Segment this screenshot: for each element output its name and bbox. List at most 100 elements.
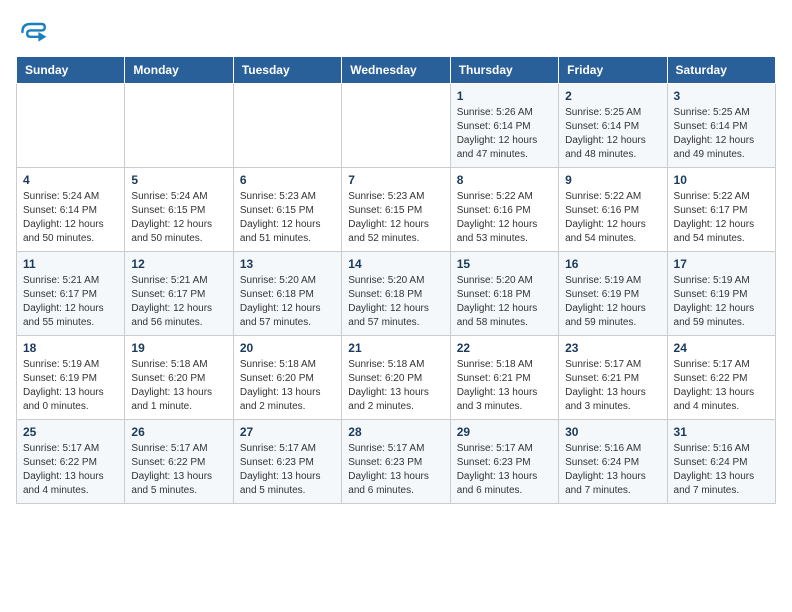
day-info: Sunrise: 5:23 AM Sunset: 6:15 PM Dayligh… [348,190,443,246]
day-info: Sunrise: 5:20 AM Sunset: 6:18 PM Dayligh… [457,274,552,330]
day-info: Sunrise: 5:22 AM Sunset: 6:16 PM Dayligh… [565,190,660,246]
day-cell: 6 Sunrise: 5:23 AM Sunset: 6:15 PM Daylig… [233,168,341,252]
day-info: Sunrise: 5:17 AM Sunset: 6:23 PM Dayligh… [348,442,443,498]
day-number: 13 [240,257,335,271]
week-row-4: 18Sunrise: 5:19 AM Sunset: 6:19 PM Dayli… [17,336,776,420]
day-info: Sunrise: 5:18 AM Sunset: 6:20 PM Dayligh… [348,358,443,414]
week-row-5: 25 Sunrise: 5:17 AM Sunset: 6:22 PM Dayli… [17,420,776,504]
day-info: Sunrise: 5:17 AM Sunset: 6:22 PM Dayligh… [674,358,769,414]
day-number: 23 [565,341,660,355]
day-cell: 23 Sunrise: 5:17 AM Sunset: 6:21 PM Dayli… [559,336,667,420]
day-info: Sunrise: 5:17 AM Sunset: 6:23 PM Dayligh… [457,442,552,498]
day-info: Sunrise: 5:16 AM Sunset: 6:24 PM Dayligh… [674,442,769,498]
week-row-3: 11Sunrise: 5:21 AM Sunset: 6:17 PM Dayli… [17,252,776,336]
day-cell: 21 Sunrise: 5:18 AM Sunset: 6:20 PM Dayli… [342,336,450,420]
calendar-table: SundayMondayTuesdayWednesdayThursdayFrid… [16,56,776,504]
week-row-1: 1 Sunrise: 5:26 AM Sunset: 6:14 PM Daylig… [17,84,776,168]
day-info: Sunrise: 5:25 AM Sunset: 6:14 PM Dayligh… [674,106,769,162]
day-cell: 1 Sunrise: 5:26 AM Sunset: 6:14 PM Daylig… [450,84,558,168]
day-cell: 16 Sunrise: 5:19 AM Sunset: 6:19 PM Dayli… [559,252,667,336]
day-number: 24 [674,341,769,355]
day-cell: 31Sunrise: 5:16 AM Sunset: 6:24 PM Dayli… [667,420,775,504]
day-header-sunday: Sunday [17,57,125,84]
day-cell: 13 Sunrise: 5:20 AM Sunset: 6:18 PM Dayli… [233,252,341,336]
day-number: 3 [674,89,769,103]
day-info: Sunrise: 5:21 AM Sunset: 6:17 PM Dayligh… [131,274,226,330]
day-cell: 11Sunrise: 5:21 AM Sunset: 6:17 PM Dayli… [17,252,125,336]
day-info: Sunrise: 5:25 AM Sunset: 6:14 PM Dayligh… [565,106,660,162]
day-info: Sunrise: 5:19 AM Sunset: 6:19 PM Dayligh… [565,274,660,330]
day-info: Sunrise: 5:17 AM Sunset: 6:22 PM Dayligh… [23,442,118,498]
day-header-thursday: Thursday [450,57,558,84]
day-cell: 25 Sunrise: 5:17 AM Sunset: 6:22 PM Dayli… [17,420,125,504]
day-cell: 24 Sunrise: 5:17 AM Sunset: 6:22 PM Dayli… [667,336,775,420]
day-info: Sunrise: 5:17 AM Sunset: 6:21 PM Dayligh… [565,358,660,414]
day-info: Sunrise: 5:20 AM Sunset: 6:18 PM Dayligh… [240,274,335,330]
day-number: 21 [348,341,443,355]
day-number: 17 [674,257,769,271]
day-number: 7 [348,173,443,187]
day-number: 16 [565,257,660,271]
day-info: Sunrise: 5:18 AM Sunset: 6:20 PM Dayligh… [240,358,335,414]
day-cell: 8Sunrise: 5:22 AM Sunset: 6:16 PM Daylig… [450,168,558,252]
day-number: 20 [240,341,335,355]
day-info: Sunrise: 5:19 AM Sunset: 6:19 PM Dayligh… [674,274,769,330]
day-cell: 19 Sunrise: 5:18 AM Sunset: 6:20 PM Dayli… [125,336,233,420]
day-cell: 27Sunrise: 5:17 AM Sunset: 6:23 PM Dayli… [233,420,341,504]
day-number: 4 [23,173,118,187]
day-header-saturday: Saturday [667,57,775,84]
day-cell: 14Sunrise: 5:20 AM Sunset: 6:18 PM Dayli… [342,252,450,336]
day-info: Sunrise: 5:17 AM Sunset: 6:23 PM Dayligh… [240,442,335,498]
day-number: 2 [565,89,660,103]
day-cell: 3 Sunrise: 5:25 AM Sunset: 6:14 PM Daylig… [667,84,775,168]
day-cell: 4 Sunrise: 5:24 AM Sunset: 6:14 PM Daylig… [17,168,125,252]
day-number: 30 [565,425,660,439]
header-row: SundayMondayTuesdayWednesdayThursdayFrid… [17,57,776,84]
page-header [16,16,776,48]
day-number: 25 [23,425,118,439]
day-number: 9 [565,173,660,187]
day-number: 6 [240,173,335,187]
day-header-monday: Monday [125,57,233,84]
week-row-2: 4 Sunrise: 5:24 AM Sunset: 6:14 PM Daylig… [17,168,776,252]
day-number: 12 [131,257,226,271]
day-cell: 20 Sunrise: 5:18 AM Sunset: 6:20 PM Dayli… [233,336,341,420]
day-info: Sunrise: 5:24 AM Sunset: 6:15 PM Dayligh… [131,190,226,246]
logo-icon [16,16,48,48]
day-cell: 18Sunrise: 5:19 AM Sunset: 6:19 PM Dayli… [17,336,125,420]
day-cell [342,84,450,168]
day-info: Sunrise: 5:17 AM Sunset: 6:22 PM Dayligh… [131,442,226,498]
day-header-tuesday: Tuesday [233,57,341,84]
day-info: Sunrise: 5:16 AM Sunset: 6:24 PM Dayligh… [565,442,660,498]
day-cell [17,84,125,168]
day-info: Sunrise: 5:18 AM Sunset: 6:21 PM Dayligh… [457,358,552,414]
day-cell [125,84,233,168]
day-cell: 15 Sunrise: 5:20 AM Sunset: 6:18 PM Dayli… [450,252,558,336]
day-info: Sunrise: 5:23 AM Sunset: 6:15 PM Dayligh… [240,190,335,246]
day-cell [233,84,341,168]
day-info: Sunrise: 5:26 AM Sunset: 6:14 PM Dayligh… [457,106,552,162]
day-cell: 12 Sunrise: 5:21 AM Sunset: 6:17 PM Dayli… [125,252,233,336]
day-number: 15 [457,257,552,271]
day-cell: 7 Sunrise: 5:23 AM Sunset: 6:15 PM Daylig… [342,168,450,252]
day-info: Sunrise: 5:24 AM Sunset: 6:14 PM Dayligh… [23,190,118,246]
day-info: Sunrise: 5:22 AM Sunset: 6:17 PM Dayligh… [674,190,769,246]
day-info: Sunrise: 5:18 AM Sunset: 6:20 PM Dayligh… [131,358,226,414]
logo [16,16,54,48]
day-number: 8 [457,173,552,187]
day-cell: 26Sunrise: 5:17 AM Sunset: 6:22 PM Dayli… [125,420,233,504]
day-cell: 5 Sunrise: 5:24 AM Sunset: 6:15 PM Daylig… [125,168,233,252]
day-cell: 28Sunrise: 5:17 AM Sunset: 6:23 PM Dayli… [342,420,450,504]
day-cell: 17 Sunrise: 5:19 AM Sunset: 6:19 PM Dayli… [667,252,775,336]
day-info: Sunrise: 5:20 AM Sunset: 6:18 PM Dayligh… [348,274,443,330]
day-cell: 9 Sunrise: 5:22 AM Sunset: 6:16 PM Daylig… [559,168,667,252]
day-header-wednesday: Wednesday [342,57,450,84]
day-cell: 2 Sunrise: 5:25 AM Sunset: 6:14 PM Daylig… [559,84,667,168]
day-number: 10 [674,173,769,187]
day-number: 29 [457,425,552,439]
day-info: Sunrise: 5:21 AM Sunset: 6:17 PM Dayligh… [23,274,118,330]
day-number: 1 [457,89,552,103]
day-number: 18 [23,341,118,355]
day-number: 5 [131,173,226,187]
day-number: 19 [131,341,226,355]
